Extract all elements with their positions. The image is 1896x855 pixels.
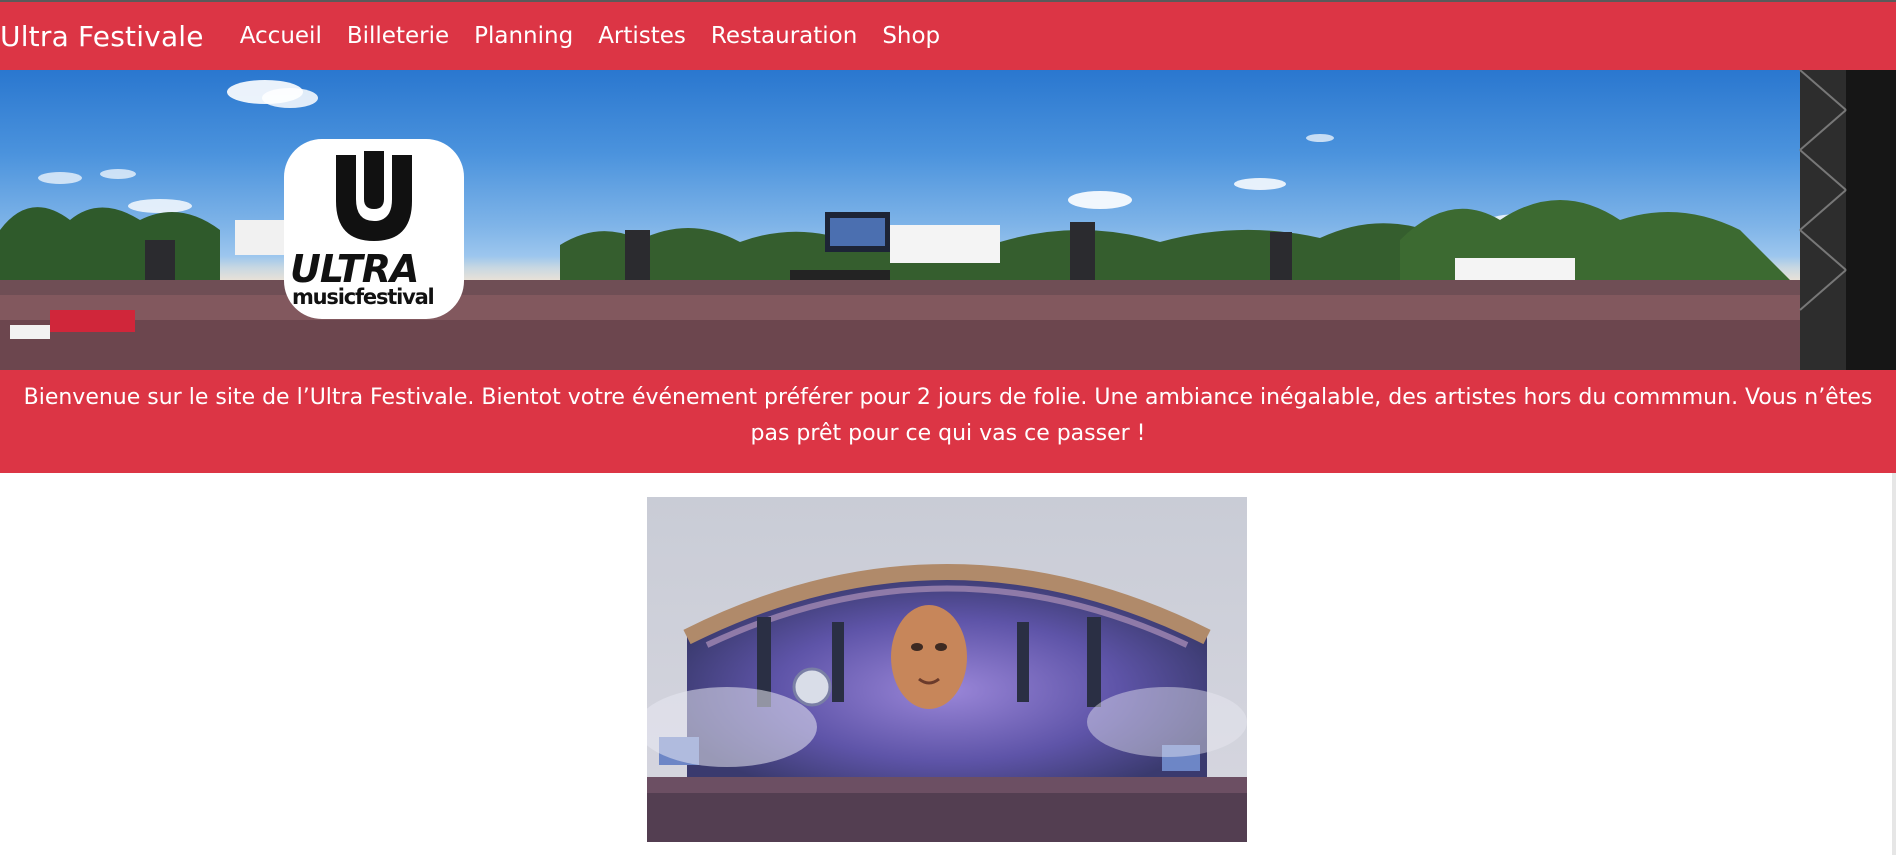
nav-link-planning[interactable]: Planning (474, 23, 573, 49)
welcome-text: Bienvenue sur le site de l’Ultra Festiva… (23, 385, 1873, 446)
hero-banner-image: ULTRA musicfestival (0, 70, 1896, 370)
stage-photo-graphic (647, 497, 1247, 842)
page: Ultra Festivale Accueil Billeterie Plann… (0, 0, 1896, 855)
main-stage-image (647, 497, 1247, 842)
logo-wordmark: ULTRA (290, 247, 419, 291)
nav-link-billeterie[interactable]: Billeterie (347, 23, 449, 49)
brand-link[interactable]: Ultra Festivale (0, 20, 204, 53)
nav-link-restauration[interactable]: Restauration (711, 23, 857, 49)
nav-links: Accueil Billeterie Planning Artistes Res… (240, 23, 965, 49)
navbar: Ultra Festivale Accueil Billeterie Plann… (0, 2, 1896, 70)
nav-link-artistes[interactable]: Artistes (598, 23, 686, 49)
nav-link-shop[interactable]: Shop (882, 23, 940, 49)
scrollbar-track[interactable] (1892, 473, 1896, 855)
ultra-logo: ULTRA musicfestival (284, 139, 464, 319)
nav-link-accueil[interactable]: Accueil (240, 23, 322, 49)
welcome-banner: Bienvenue sur le site de l’Ultra Festiva… (0, 370, 1896, 473)
logo-subtitle: musicfestival (292, 285, 435, 309)
